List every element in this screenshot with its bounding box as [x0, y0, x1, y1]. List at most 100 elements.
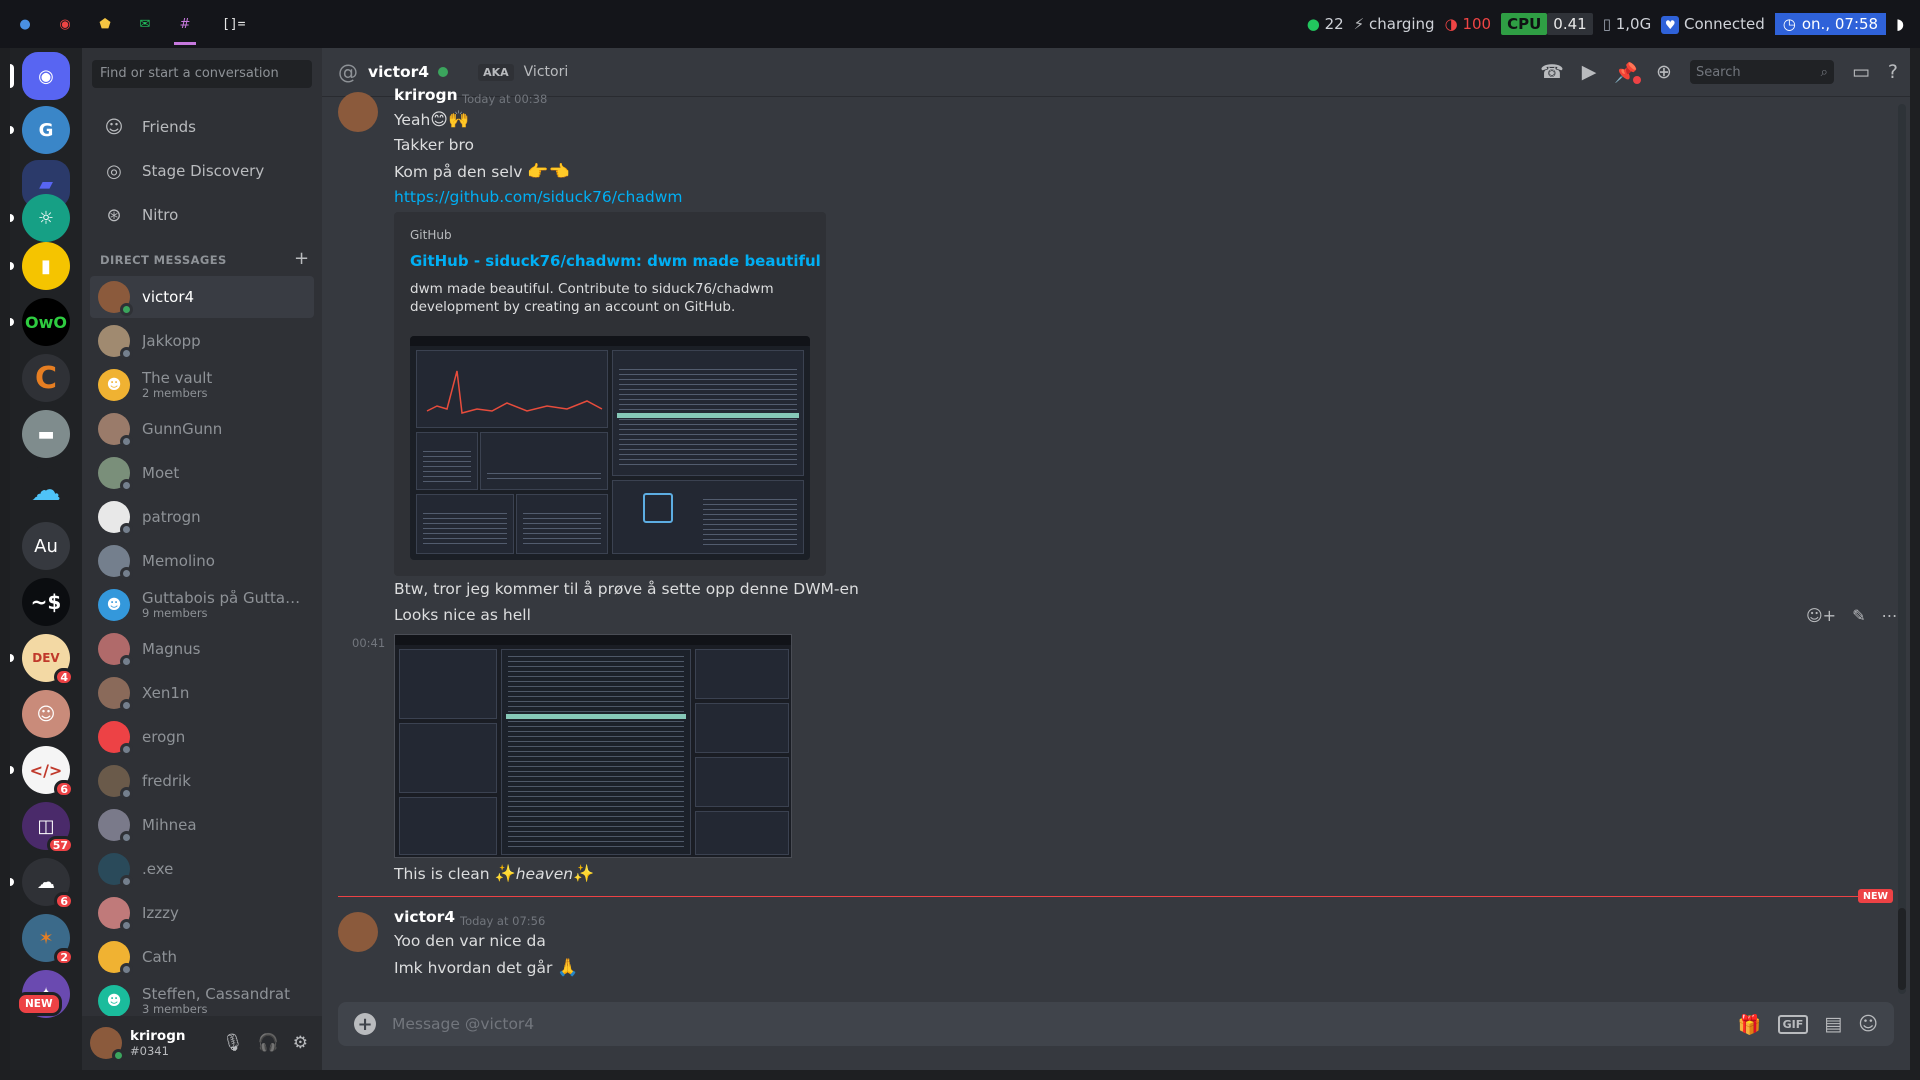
dm-item[interactable]: Izzzy [90, 892, 314, 934]
dm-item[interactable]: Jakkopp [90, 320, 314, 362]
microphone-icon[interactable]: 🎙 [222, 1033, 244, 1053]
slack-tag-icon[interactable]: # [174, 15, 196, 45]
dm-item[interactable]: Mihnea [90, 804, 314, 846]
dm-item[interactable]: fredrik [90, 760, 314, 802]
add-friend-icon[interactable]: ⊕ [1656, 61, 1672, 83]
discord-home-button[interactable]: ◉ [10, 52, 70, 100]
dm-avatar [98, 897, 133, 932]
shield-tag-icon[interactable]: ⬟ [96, 15, 114, 33]
server-icon-owl[interactable]: ☼ [10, 194, 70, 242]
edit-pencil-icon[interactable]: ✎ [1852, 606, 1865, 625]
dm-item[interactable]: Memolino [90, 540, 314, 582]
dm-item[interactable]: ☻ The vault 2 members [90, 364, 314, 406]
emoji-picker-icon[interactable]: ☺ [1858, 1013, 1878, 1035]
pinned-messages-icon[interactable]: 📌 [1614, 61, 1641, 84]
unread-pip [10, 766, 14, 774]
message-author[interactable]: victor4 [394, 908, 455, 926]
mention-badge: 57 [46, 836, 74, 854]
browser-tag-icon[interactable]: ● [16, 15, 34, 33]
aka-name: Victori [523, 64, 569, 80]
gif-button[interactable]: GIF [1777, 1014, 1809, 1034]
clock[interactable]: ◷ on., 07:58 [1774, 13, 1887, 35]
create-dm-icon[interactable]: + [294, 248, 309, 269]
server-icon-terminal[interactable]: ~$ [22, 578, 70, 626]
dm-item[interactable]: patrogn [90, 496, 314, 538]
find-conversation-input[interactable]: Find or start a conversation [92, 60, 312, 88]
clock-icon: ◷ [1782, 15, 1796, 33]
server-icon-new[interactable]: ✦NEW [16, 970, 70, 1018]
message-line: Looks nice as hell [394, 606, 531, 624]
dm-name: Jakkopp [142, 332, 201, 350]
video-call-icon[interactable]: ▶ [1582, 61, 1597, 83]
server-icon-owo[interactable]: OwO [10, 298, 70, 346]
message-avatar[interactable] [338, 912, 378, 952]
dm-item[interactable]: Xen1n [90, 672, 314, 714]
nav-friends[interactable]: ☺ Friends [90, 106, 314, 148]
server-icon-bowser[interactable]: DEV 4 [10, 634, 74, 686]
help-icon[interactable]: ? [1888, 61, 1898, 83]
dm-item[interactable]: victor4 [90, 276, 314, 318]
dm-members-count: 3 members [142, 1002, 208, 1016]
server-icon-car[interactable]: ▬ [22, 410, 70, 458]
selected-pip [10, 64, 14, 88]
nav-nitro[interactable]: ⊛ Nitro [90, 194, 314, 236]
dm-item[interactable]: erogn [90, 716, 314, 758]
upload-plus-icon[interactable]: + [354, 1013, 376, 1035]
dm-text: The vault 2 members [142, 370, 302, 400]
mail-tag-icon[interactable]: ✉ [136, 15, 154, 33]
embed-title-link[interactable]: GitHub - siduck76/chadwm: dwm made beaut… [410, 252, 821, 270]
dm-item[interactable]: Cath [90, 936, 314, 978]
settings-gear-icon[interactable]: ⚙ [293, 1033, 308, 1053]
voice-call-icon[interactable]: ☎ [1540, 61, 1564, 83]
user-avatar[interactable] [90, 1027, 125, 1062]
user-info: krirogn #0341 [130, 1028, 185, 1058]
vpn-status[interactable]: ♥ Connected [1661, 15, 1765, 34]
add-reaction-icon[interactable]: ☺+ [1806, 606, 1836, 625]
dm-name: Guttabois på Guttatu... [142, 590, 302, 607]
layout-indicator[interactable]: []= [222, 15, 245, 33]
embed-preview-image[interactable] [410, 336, 810, 560]
server-icon-cloud[interactable]: ☁ [22, 466, 70, 514]
discord-tray-icon[interactable]: ◗ [1896, 15, 1904, 33]
message-text: Kom på den selv [394, 163, 523, 181]
server-icon-au[interactable]: Au [22, 522, 70, 570]
dm-item[interactable]: GunnGunn [90, 408, 314, 450]
message-timestamp: Today at 07:56 [460, 914, 546, 928]
updates-icon: ● [1306, 15, 1320, 33]
nav-stage-discovery[interactable]: ◎ Stage Discovery [90, 150, 314, 192]
media-tag-icon[interactable]: ◉ [56, 15, 74, 33]
scrollbar-thumb[interactable] [1898, 908, 1906, 990]
server-icon-yellow[interactable]: ▮ [10, 242, 70, 290]
server-icon-code[interactable]: </> 6 [10, 746, 74, 798]
server-icon-weather[interactable]: ☁ 6 [10, 858, 74, 910]
scrollbar-track[interactable] [1898, 104, 1906, 994]
weather-cloud-icon: ☁ [37, 871, 55, 893]
dm-item[interactable]: Moet [90, 452, 314, 494]
github-link[interactable]: https://github.com/siduck76/chadwm [394, 188, 682, 206]
server-icon-crab[interactable]: ✶ 2 [22, 914, 74, 966]
message-text: Imk hvordan det går [394, 959, 553, 977]
message-author[interactable]: krirogn [394, 86, 458, 104]
server-icon-robot[interactable]: ◫ 57 [22, 802, 74, 854]
sparkles-emoji-icon: ✨ [494, 864, 516, 884]
search-input[interactable]: Search ⌕ [1689, 60, 1834, 84]
message-input[interactable]: Message @victor4 [392, 1015, 534, 1033]
attachment-screenshot[interactable] [394, 634, 792, 858]
status-indicator [120, 743, 133, 756]
au-label-icon: Au [34, 535, 58, 557]
sticker-icon[interactable]: ▤ [1824, 1013, 1842, 1035]
inbox-icon[interactable]: ▭ [1852, 61, 1870, 83]
gift-icon[interactable]: 🎁 [1738, 1013, 1762, 1036]
server-icon-orange-c[interactable]: C [22, 354, 70, 402]
server-icon-face[interactable]: ☺ [22, 690, 70, 738]
dm-item[interactable]: Magnus [90, 628, 314, 670]
server-icon-g[interactable]: G [10, 106, 70, 154]
cloud-icon: ☁ [31, 472, 61, 508]
message-avatar[interactable] [338, 92, 378, 132]
status-indicator [120, 875, 133, 888]
more-options-icon[interactable]: ⋯ [1882, 606, 1898, 625]
headphones-icon[interactable]: 🎧 [258, 1033, 279, 1053]
unread-pip [10, 214, 14, 222]
dm-item[interactable]: .exe [90, 848, 314, 890]
dm-item[interactable]: ☻ Guttabois på Guttatu... 9 members [90, 584, 314, 626]
